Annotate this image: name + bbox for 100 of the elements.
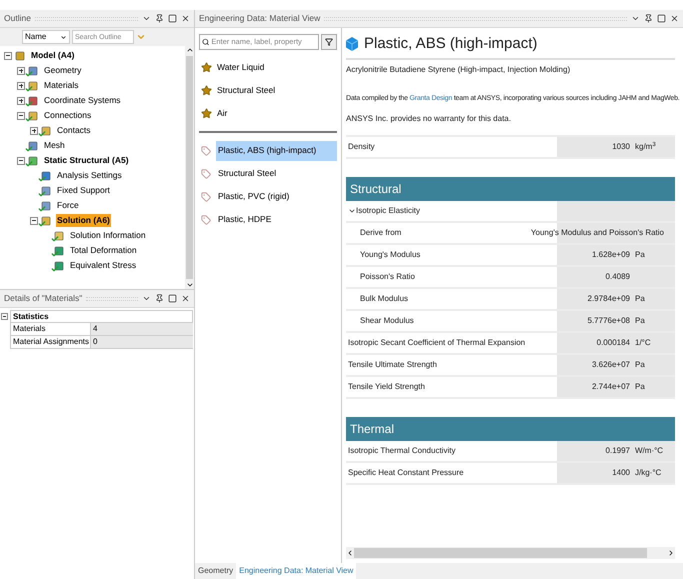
- property-value: 0.4089: [606, 270, 630, 282]
- scroll-right-icon[interactable]: [667, 549, 675, 557]
- material-item[interactable]: Structural Steel: [216, 164, 337, 184]
- favorite-item[interactable]: Water Liquid: [217, 61, 264, 74]
- property-unit: Pa: [635, 248, 645, 260]
- property-value: 1.628e+09: [592, 248, 630, 260]
- tree-item[interactable]: Solution (A6): [56, 214, 111, 227]
- property-label: Young's Modulus: [359, 248, 420, 260]
- document-tab[interactable]: Engineering Data: Material View: [236, 563, 356, 579]
- tree-item[interactable]: Force: [56, 199, 80, 212]
- close-icon[interactable]: [181, 294, 190, 303]
- material-item[interactable]: Plastic, ABS (high-impact): [216, 140, 337, 160]
- caret-icon: [60, 34, 67, 40]
- tree-item[interactable]: Materials: [43, 79, 80, 92]
- column-select[interactable]: Name: [22, 30, 70, 44]
- property-unit: W/m·°C: [635, 444, 664, 456]
- expander-icon[interactable]: [17, 156, 25, 164]
- property-unit: Pa: [635, 358, 645, 370]
- tree-node-icon: [41, 186, 51, 196]
- material-item[interactable]: Plastic, HDPE: [216, 210, 337, 230]
- section-header: Structural: [346, 176, 675, 200]
- tree-item[interactable]: Static Structural (A5): [43, 154, 130, 167]
- star-icon: [201, 108, 212, 119]
- dropdown-icon[interactable]: [142, 14, 151, 23]
- tree-node-icon: [54, 230, 64, 240]
- cube-icon: [346, 37, 358, 51]
- expander-icon[interactable]: [30, 126, 38, 134]
- property-value: 0.000184: [596, 336, 630, 348]
- property-unit: Pa: [635, 314, 645, 326]
- tree-item[interactable]: Equivalent Stress: [69, 259, 138, 272]
- scroll-down-icon[interactable]: [186, 281, 194, 289]
- panel-title: Engineering Data: Material View: [199, 12, 320, 25]
- scrollbar[interactable]: [185, 46, 194, 289]
- property-unit: Pa: [635, 380, 645, 392]
- close-icon[interactable]: [670, 14, 679, 23]
- tree-item[interactable]: Geometry: [43, 64, 82, 77]
- expander-icon[interactable]: [17, 112, 25, 120]
- expander-icon[interactable]: [30, 216, 38, 224]
- tree-item[interactable]: Fixed Support: [56, 184, 111, 197]
- dropdown-icon[interactable]: [631, 14, 640, 23]
- property-unit: 1/°C: [635, 336, 651, 348]
- pin-icon[interactable]: [155, 294, 164, 303]
- expander-icon[interactable]: [17, 66, 25, 74]
- analysis-icon: [28, 156, 38, 166]
- filter-button[interactable]: [321, 34, 337, 50]
- property-label: Tensile Yield Strength: [348, 380, 425, 392]
- tag-icon: [201, 192, 211, 202]
- property-label: Material Assignments: [10, 336, 90, 348]
- property-value: Young's Modulus and Poisson's Ratio: [530, 226, 664, 238]
- tree-node-icon: [54, 246, 64, 256]
- tag-icon: [201, 146, 211, 156]
- group-header: Statistics: [10, 310, 193, 323]
- property-label: Poisson's Ratio: [359, 270, 415, 282]
- property-value: 0.1997: [606, 444, 630, 456]
- tree-item[interactable]: Connections: [43, 109, 92, 122]
- tree-node-icon: [41, 200, 51, 210]
- material-item[interactable]: Plastic, PVC (rigid): [216, 186, 337, 206]
- property-unit: J/kg·°C: [635, 466, 662, 478]
- star-icon: [201, 62, 212, 73]
- document-tab[interactable]: Geometry: [195, 563, 236, 579]
- scroll-left-icon[interactable]: [346, 549, 354, 557]
- property-value: 0: [90, 336, 193, 348]
- tree-item[interactable]: Total Deformation: [69, 244, 138, 257]
- tree-item[interactable]: Coordinate Systems: [43, 94, 122, 107]
- maximize-icon[interactable]: [168, 14, 177, 23]
- disclaimer-text: ANSYS Inc. provides no warranty for this data.: [346, 112, 512, 124]
- horizontal-scrollbar[interactable]: [346, 547, 675, 559]
- tree-node-icon: [28, 66, 38, 76]
- property-value: 2.9784e+09: [588, 292, 630, 304]
- expander-icon[interactable]: [17, 82, 25, 90]
- property-unit: kg/m$^{3}$: [635, 140, 656, 152]
- tree-item[interactable]: Mesh: [43, 139, 66, 152]
- tree-node-icon: [15, 50, 25, 60]
- tree-item[interactable]: Contacts: [56, 124, 92, 137]
- property-value: 2.744e+07: [592, 380, 630, 392]
- pin-icon[interactable]: [155, 14, 164, 23]
- panel-title: Details of "Materials": [4, 292, 82, 305]
- dropdown-icon[interactable]: [142, 294, 151, 303]
- scroll-up-icon[interactable]: [186, 46, 194, 54]
- tag-icon: [201, 214, 211, 224]
- tree-item[interactable]: Model (A4): [30, 49, 76, 62]
- property-label: Tensile Ultimate Strength: [348, 358, 437, 370]
- tree-item[interactable]: Analysis Settings: [56, 169, 123, 182]
- collapse-icon[interactable]: [1, 313, 8, 320]
- favorite-item[interactable]: Structural Steel: [217, 84, 276, 97]
- property-value: 4: [90, 323, 193, 335]
- expander-icon[interactable]: [4, 52, 12, 60]
- pin-icon[interactable]: [644, 14, 653, 23]
- favorite-item[interactable]: Air: [217, 107, 228, 120]
- expander-icon[interactable]: [17, 96, 25, 104]
- property-label: Specific Heat Constant Pressure: [348, 466, 464, 478]
- property-value: 3.626e+07: [592, 358, 630, 370]
- close-icon[interactable]: [181, 14, 190, 23]
- maximize-icon[interactable]: [657, 14, 666, 23]
- property-value: 5.7776e+08: [588, 314, 630, 326]
- folder-icon: [41, 216, 51, 226]
- tag-icon: [201, 168, 211, 178]
- maximize-icon[interactable]: [168, 294, 177, 303]
- tree-item[interactable]: Solution Information: [69, 229, 147, 242]
- tree-node-icon: [28, 96, 38, 106]
